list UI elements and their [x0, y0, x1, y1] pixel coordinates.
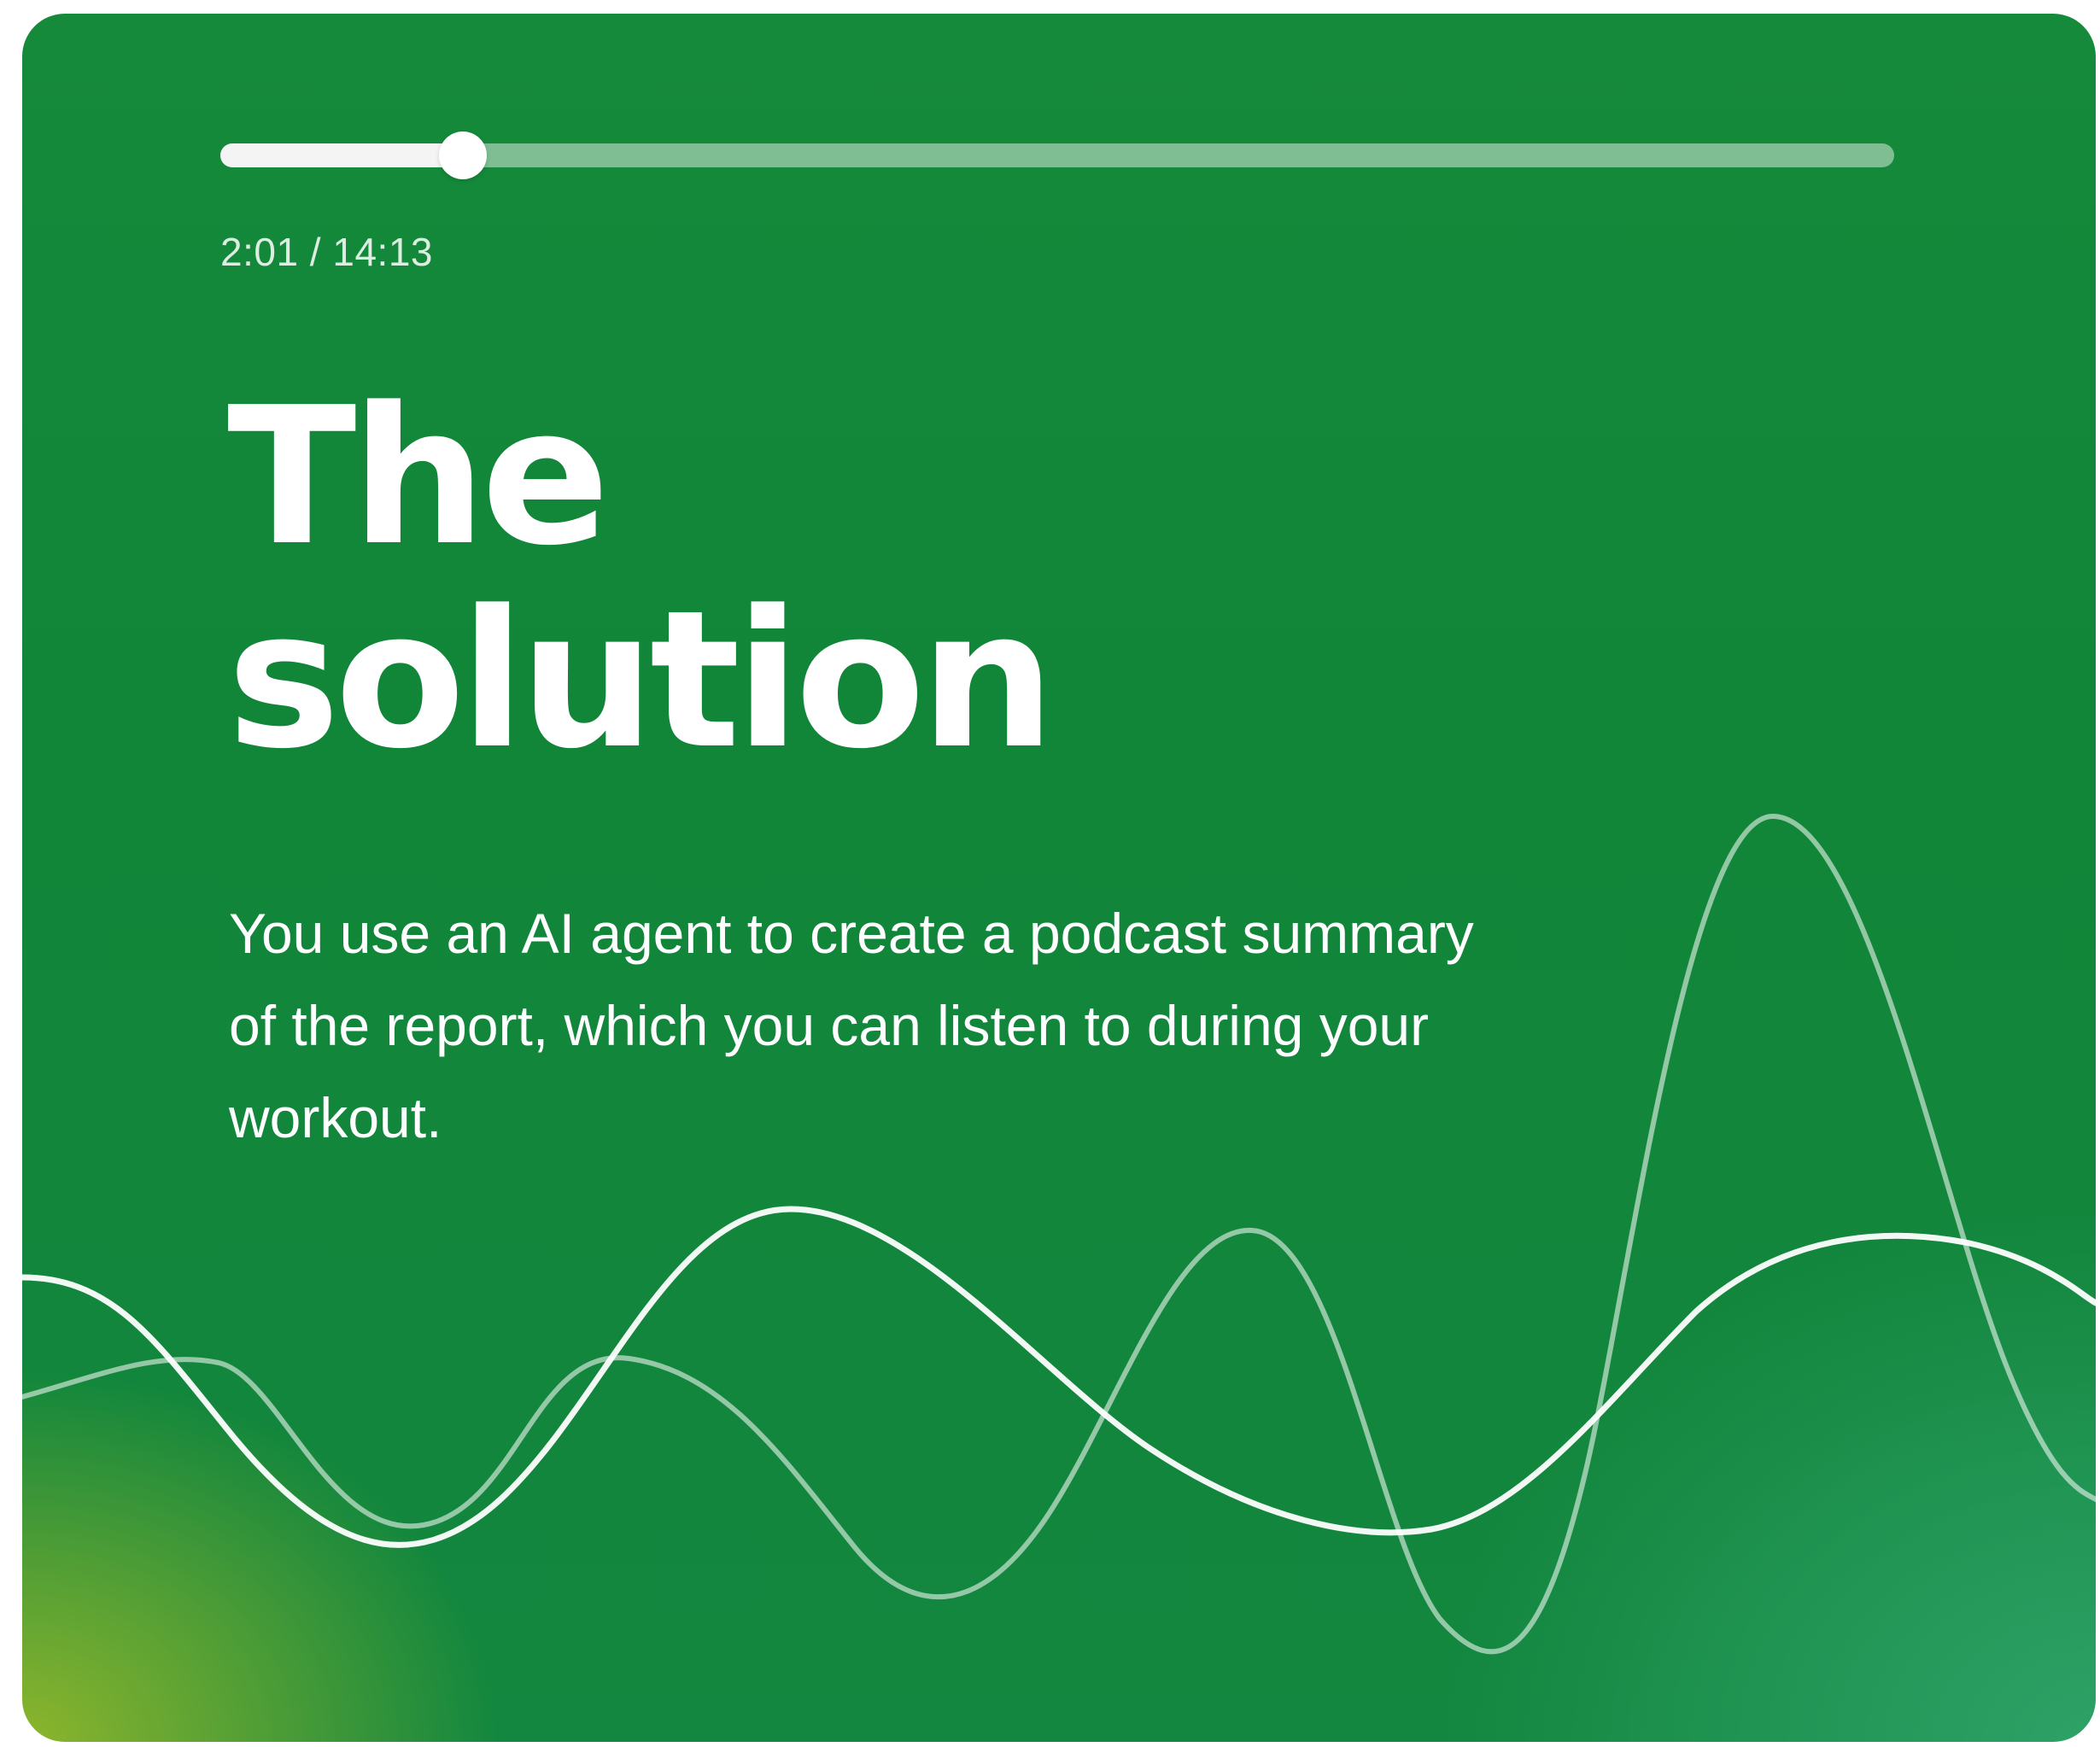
- slide-title-line-1: The: [227, 367, 610, 587]
- slide-title-line-2: solution: [227, 570, 1056, 791]
- playback-progress-bar[interactable]: [220, 131, 1894, 179]
- progress-scrubber-handle[interactable]: [439, 131, 488, 179]
- slide-body-text: You use an AI agent to create a podcast …: [229, 902, 1474, 1149]
- progress-fill: [220, 143, 464, 167]
- slide-title: The solution: [227, 376, 1423, 782]
- playback-time: 2:01 / 14:13: [220, 230, 433, 274]
- podcast-card: 2:01 / 14:13 The solution You use an AI …: [22, 14, 2096, 1742]
